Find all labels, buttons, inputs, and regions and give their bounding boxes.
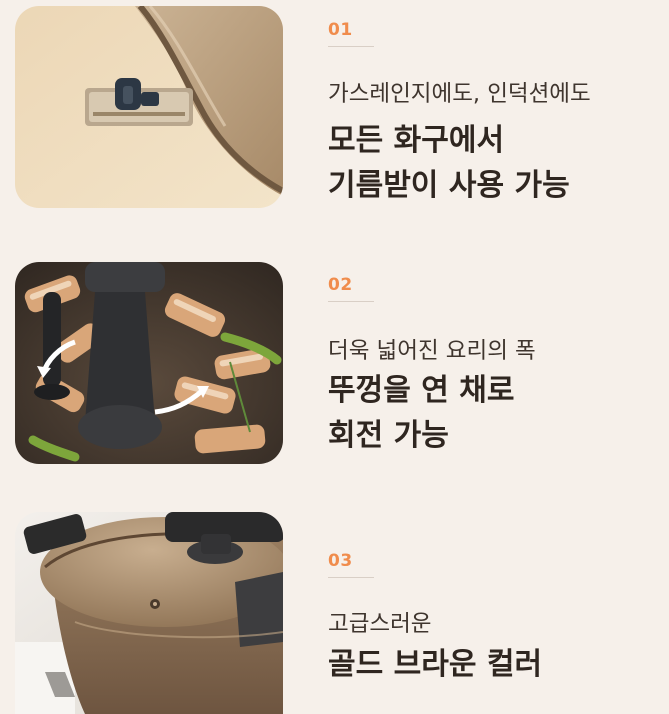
- feature-01-headline-line-1: 모든 화구에서: [328, 123, 505, 158]
- feature-02: 02 더욱 넓어진 요리의 폭 뚜껑을 연 채로 회전 가능: [0, 248, 669, 478]
- feature-03-subtitle: 고급스러운: [328, 611, 432, 637]
- feature-01-headline-line-2: 기름받이 사용 가능: [328, 168, 570, 203]
- feature-03-headline-line-1: 골드 브라운 컬러: [328, 647, 543, 682]
- feature-03-headline: 골드 브라운 컬러: [328, 642, 542, 687]
- feature-02-headline: 뚜껑을 연 채로 회전 가능: [328, 368, 515, 458]
- feature-01: 01 가스레인지에도, 인덕션에도 모든 화구에서 기름받이 사용 가능: [0, 0, 669, 230]
- feature-02-headline-line-2: 회전 가능: [328, 418, 449, 453]
- feature-02-divider: [328, 301, 374, 302]
- feature-01-subtitle: 가스레인지에도, 인덕션에도: [328, 81, 591, 107]
- feature-03-photo: [15, 512, 283, 714]
- feature-01-photo: [15, 6, 283, 208]
- feature-02-number: 02: [328, 275, 353, 295]
- feature-02-subtitle: 더욱 넓어진 요리의 폭: [328, 338, 536, 364]
- feature-01-headline: 모든 화구에서 기름받이 사용 가능: [328, 118, 570, 208]
- feature-03: 03 고급스러운 골드 브라운 컬러: [0, 496, 669, 714]
- pan-drip-tray-image: [15, 6, 283, 208]
- feature-03-divider: [328, 577, 374, 578]
- feature-02-photo: [15, 262, 283, 464]
- gold-brown-pan-image: [15, 512, 283, 714]
- feature-01-divider: [328, 46, 374, 47]
- feature-01-number: 01: [328, 20, 353, 40]
- rotating-lid-image: [15, 262, 283, 464]
- feature-02-headline-line-1: 뚜껑을 연 채로: [328, 373, 515, 408]
- feature-03-number: 03: [328, 551, 353, 571]
